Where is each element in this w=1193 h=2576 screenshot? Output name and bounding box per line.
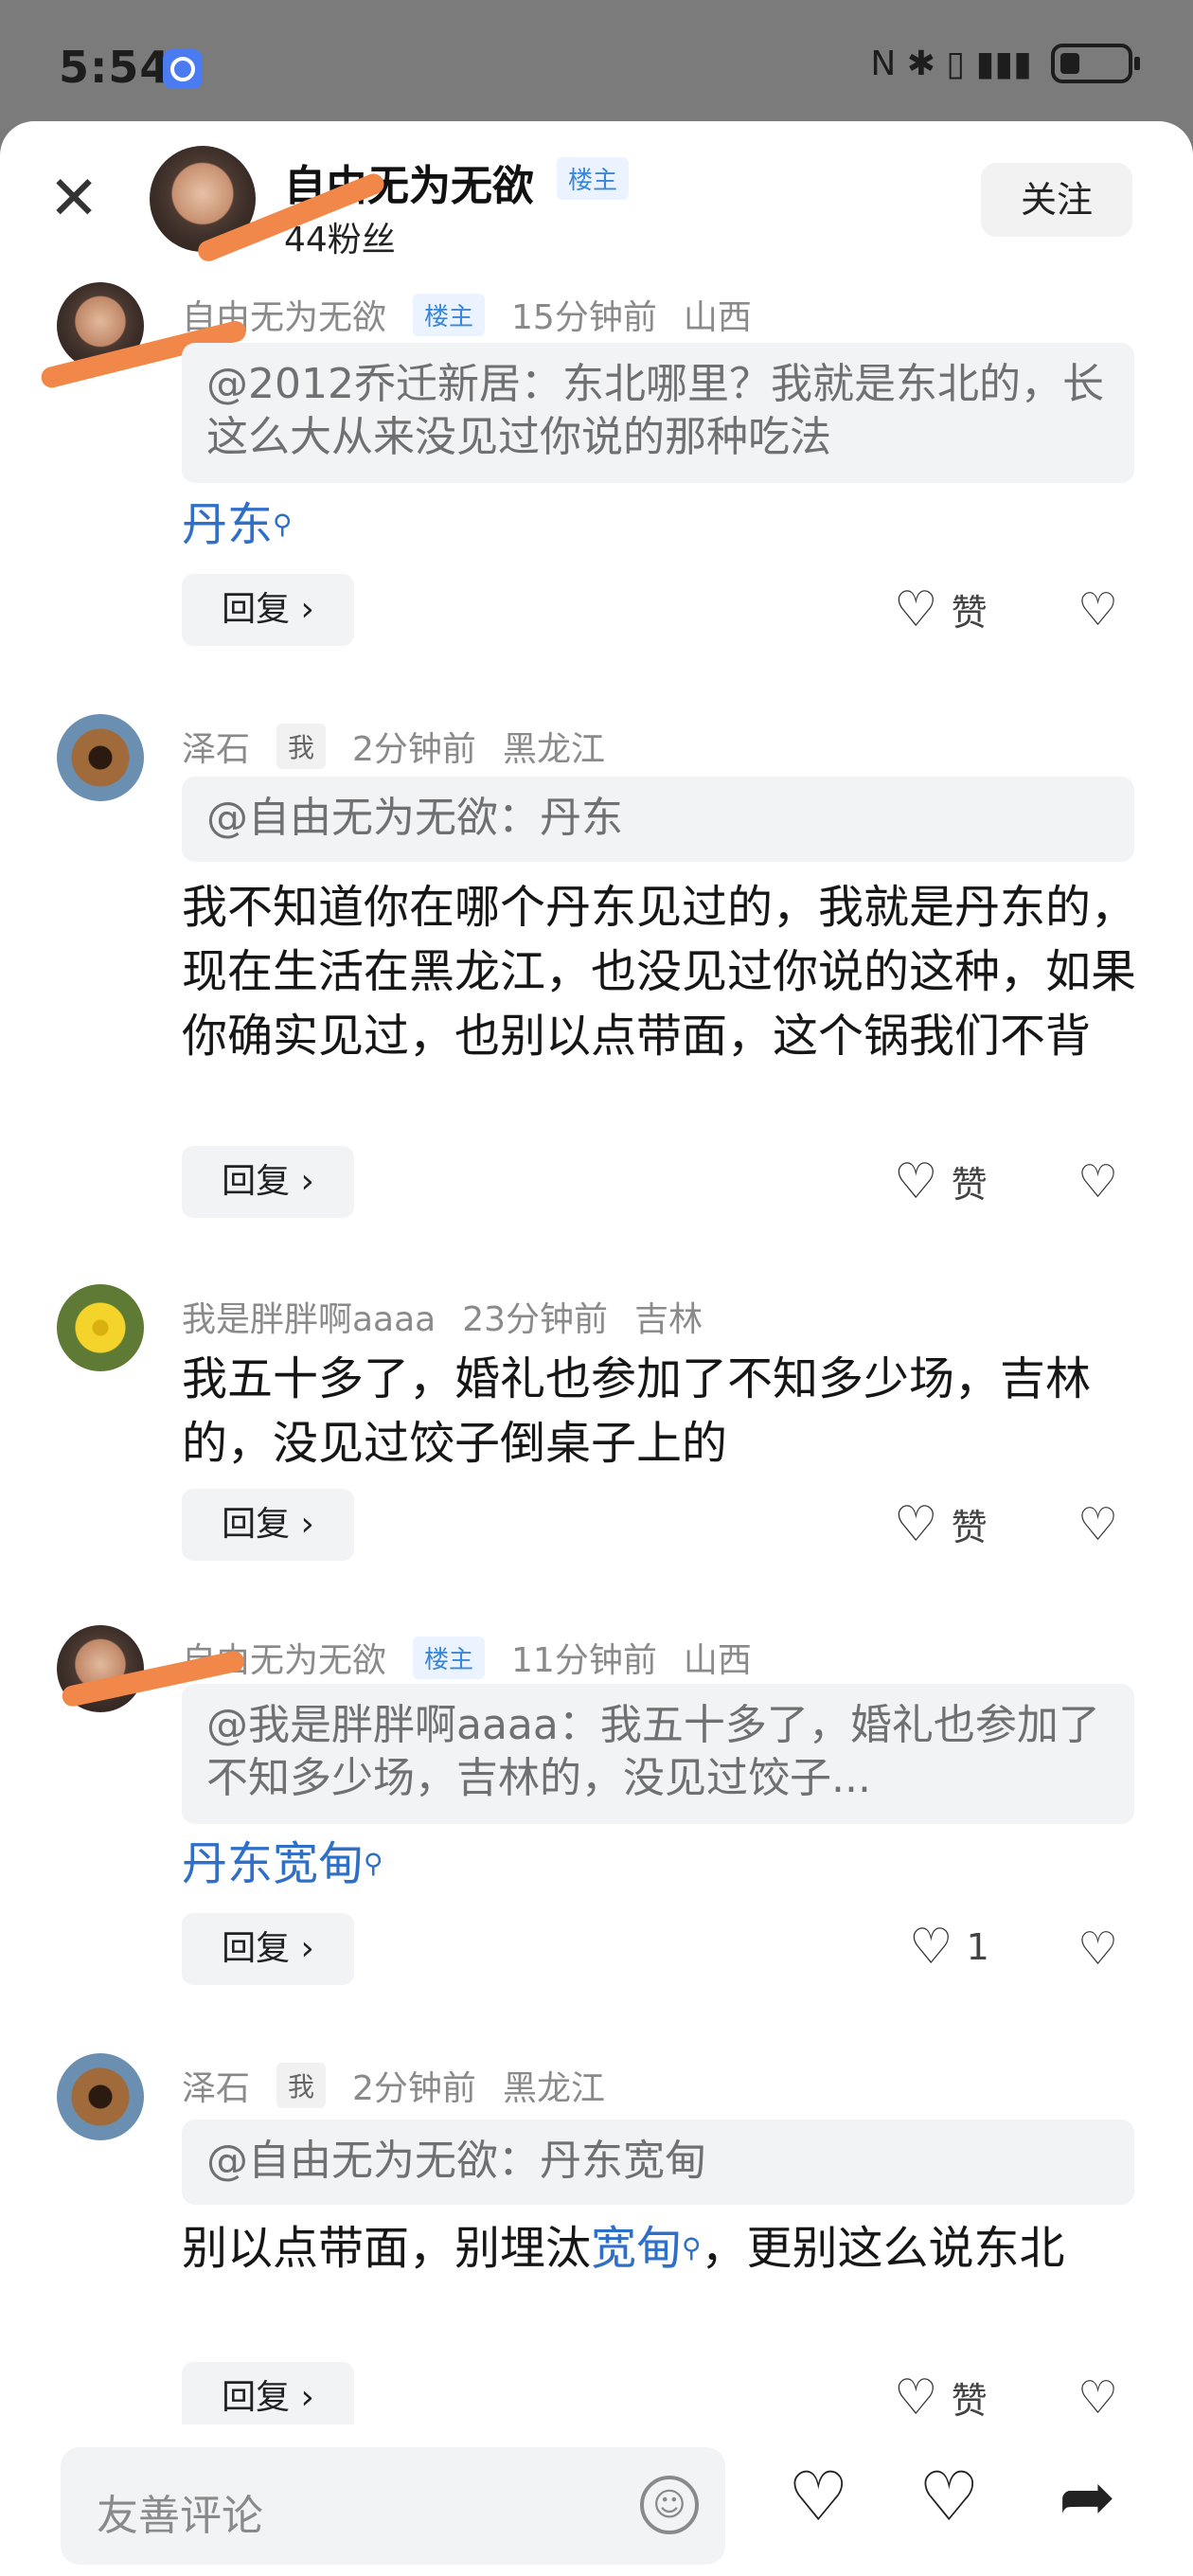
heart-icon: ♡ bbox=[894, 2369, 938, 2426]
comment-location: 黑龙江 bbox=[502, 2069, 605, 2108]
comment-text-part: 别以点带面，别埋汰 bbox=[182, 2222, 592, 2275]
owner-badge: 楼主 bbox=[413, 1636, 486, 1679]
close-icon[interactable]: ✕ bbox=[45, 169, 102, 229]
quoted-comment[interactable]: @自由无为无欲：丹东 bbox=[182, 777, 1134, 862]
reply-button[interactable]: 回复 › bbox=[182, 1489, 354, 1561]
reply-button[interactable]: 回复 › bbox=[182, 1913, 354, 1985]
owner-badge: 楼主 bbox=[413, 293, 486, 336]
me-tag: 我 bbox=[276, 2063, 327, 2108]
like-label: 赞 bbox=[951, 1507, 988, 1548]
dislike-icon[interactable]: ♡ bbox=[1077, 587, 1118, 633]
quoted-comment[interactable]: @我是胖胖啊aaaa：我五十多了，婚礼也参加了不知多少场，吉林的，没见过饺子..… bbox=[182, 1684, 1134, 1824]
search-mini-icon: ⚲ bbox=[273, 509, 293, 540]
like-button[interactable]: ♡ 赞 bbox=[894, 583, 988, 635]
comment-location: 山西 bbox=[683, 298, 752, 337]
emoji-icon[interactable]: ☺ bbox=[640, 2476, 699, 2534]
like-button[interactable]: ♡ 赞 bbox=[894, 1155, 988, 1208]
commenter-name[interactable]: 泽石 bbox=[182, 2061, 250, 2110]
comment-text: 丹东⚲ bbox=[182, 492, 1138, 557]
dislike-icon[interactable]: ♡ bbox=[1077, 1926, 1118, 1972]
status-time: 5:54 bbox=[59, 42, 171, 93]
status-icons: N ✱ ▯ ▮▮▮ bbox=[870, 44, 1140, 83]
search-mini-icon: ⚲ bbox=[682, 2232, 702, 2263]
share-icon[interactable]: ➦ bbox=[1059, 2462, 1115, 2531]
heart-icon: ♡ bbox=[894, 1153, 938, 1210]
like-button[interactable]: ♡ 1 bbox=[909, 1923, 989, 1972]
commenter-avatar[interactable] bbox=[57, 714, 144, 801]
commenter-name[interactable]: 我是胖胖啊aaaa bbox=[182, 1292, 436, 1341]
like-button[interactable]: ♡ 赞 bbox=[894, 1498, 988, 1550]
app-notification-icon bbox=[163, 49, 203, 89]
reply-button[interactable]: 回复 › bbox=[182, 574, 354, 646]
search-link[interactable]: 宽甸 bbox=[591, 2222, 682, 2275]
comment-time: 2分钟前 bbox=[352, 730, 476, 769]
me-tag: 我 bbox=[276, 724, 327, 769]
heart-icon: ♡ bbox=[909, 1919, 953, 1976]
comment-input[interactable]: 友善评论 ☺ bbox=[61, 2447, 725, 2565]
dislike-post-icon[interactable]: ♡ bbox=[918, 2462, 980, 2531]
commenter-name[interactable]: 泽石 bbox=[182, 722, 250, 771]
sheet-header: ✕ 自由无为无欲 楼主 44粉丝 关注 bbox=[0, 121, 1193, 273]
comment-meta: 泽石 我 2分钟前 黑龙江 bbox=[182, 2061, 605, 2110]
comment-meta: 泽石 我 2分钟前 黑龙江 bbox=[182, 722, 605, 771]
comment-time: 23分钟前 bbox=[462, 1300, 609, 1339]
comment-location: 黑龙江 bbox=[502, 730, 605, 769]
like-label: 赞 bbox=[951, 592, 988, 634]
quoted-comment[interactable]: @2012乔迁新居：东北哪里？我就是东北的，长这么大从来没见过你说的那种吃法 bbox=[182, 343, 1134, 483]
search-mini-icon: ⚲ bbox=[364, 1848, 383, 1879]
comment-time: 11分钟前 bbox=[511, 1641, 657, 1680]
quoted-comment[interactable]: @自由无为无欲：丹东宽甸 bbox=[182, 2120, 1134, 2205]
comment-meta: 自由无为无欲 楼主 11分钟前 山西 bbox=[182, 1633, 752, 1682]
comment-text: 丹东宽甸⚲ bbox=[182, 1832, 1138, 1896]
like-button[interactable]: ♡ 赞 bbox=[894, 2371, 988, 2424]
reply-button[interactable]: 回复 › bbox=[182, 1146, 354, 1218]
dislike-icon[interactable]: ♡ bbox=[1077, 2375, 1118, 2421]
comment-meta: 自由无为无欲 楼主 15分钟前 山西 bbox=[182, 290, 752, 339]
comment-text: 我五十多了，婚礼也参加了不知多少场，吉林的，没见过饺子倒桌子上的 bbox=[182, 1352, 1092, 1470]
comment-text-part: ，更别这么说东北 bbox=[701, 2222, 1065, 2275]
like-label: 赞 bbox=[951, 2380, 988, 2422]
comment-location: 山西 bbox=[683, 1641, 752, 1680]
like-post-icon[interactable]: ♡ bbox=[788, 2462, 849, 2531]
comment-text: 别以点带面，别埋汰宽甸⚲，更别这么说东北 bbox=[182, 2216, 1138, 2281]
heart-icon: ♡ bbox=[894, 581, 938, 638]
dislike-icon[interactable]: ♡ bbox=[1077, 1159, 1118, 1205]
comment-time: 15分钟前 bbox=[511, 298, 657, 337]
nfc-bluetooth-signal-icon: N ✱ ▯ ▮▮▮ bbox=[870, 44, 1032, 83]
dislike-icon[interactable]: ♡ bbox=[1077, 1502, 1118, 1547]
battery-icon bbox=[1051, 44, 1140, 83]
like-label: 赞 bbox=[951, 1164, 988, 1206]
heart-icon: ♡ bbox=[894, 1495, 938, 1553]
commenter-avatar[interactable] bbox=[57, 2053, 144, 2140]
comment-time: 2分钟前 bbox=[352, 2069, 476, 2108]
like-count: 1 bbox=[966, 1926, 989, 1968]
commenter-avatar[interactable] bbox=[57, 1284, 144, 1371]
search-link[interactable]: 丹东 bbox=[182, 498, 273, 551]
search-link[interactable]: 丹东宽甸 bbox=[182, 1837, 364, 1890]
bottom-bar: 友善评论 ☺ ♡ ♡ ➦ bbox=[0, 2424, 1193, 2576]
comment-placeholder: 友善评论 bbox=[97, 2492, 263, 2540]
author-badge: 楼主 bbox=[557, 157, 630, 200]
comment-meta: 我是胖胖啊aaaa 23分钟前 吉林 bbox=[182, 1292, 703, 1341]
comment-sheet: ✕ 自由无为无欲 楼主 44粉丝 关注 自由无为无欲 楼主 15分钟前 山西 @… bbox=[0, 121, 1193, 2576]
reply-button[interactable]: 回复 › bbox=[182, 2362, 354, 2434]
status-bar: 5:54 N ✱ ▯ ▮▮▮ bbox=[0, 0, 1193, 128]
comment-text: 我不知道你在哪个丹东见过的，我就是丹东的，现在生活在黑龙江，也没见过你说的这种，… bbox=[182, 881, 1137, 1063]
comment-location: 吉林 bbox=[634, 1300, 703, 1339]
follow-button[interactable]: 关注 bbox=[981, 163, 1132, 237]
